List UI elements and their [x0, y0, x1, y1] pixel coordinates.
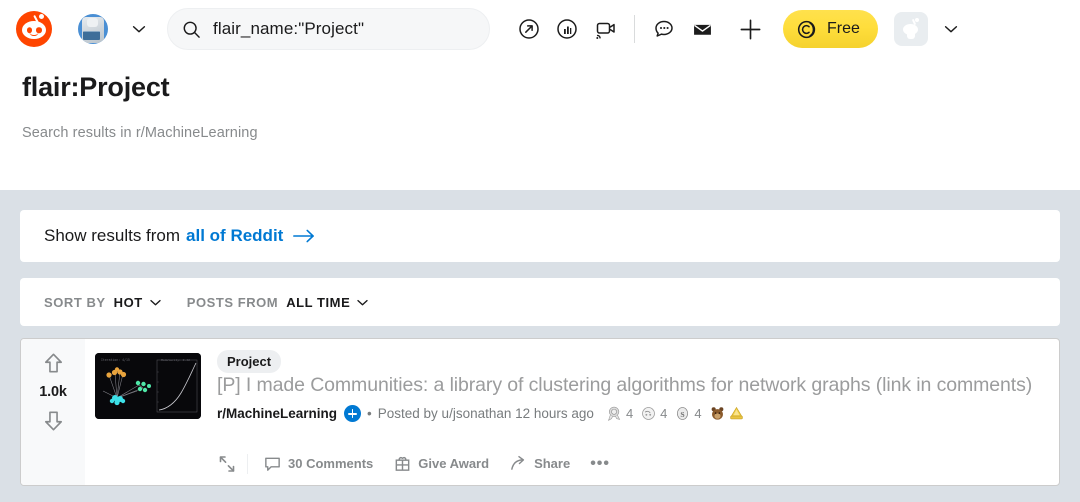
give-award-button[interactable]: Give Award — [388, 448, 494, 479]
search-input[interactable]: flair_name:"Project" — [213, 19, 364, 39]
reddit-premium-free-button[interactable]: Free — [783, 10, 878, 48]
create-post-button[interactable] — [729, 8, 771, 50]
posts-from-label: POSTS FROM — [186, 294, 279, 310]
award-list: 4 4 S 4 — [606, 405, 745, 422]
reddit-logo[interactable] — [16, 11, 52, 47]
post-main: Project [P] I made Communities: a librar… — [201, 349, 1049, 422]
coin-icon — [796, 18, 819, 41]
user-avatar[interactable] — [78, 14, 108, 44]
comments-button[interactable]: 30 Comments — [258, 448, 378, 479]
snoo-antenna-dot — [38, 13, 44, 19]
search-bar[interactable]: flair_name:"Project" — [167, 8, 490, 50]
avatar-box — [83, 31, 100, 40]
post-flair[interactable]: Project — [217, 350, 282, 373]
sort-by-value: HOT — [113, 294, 143, 310]
vote-column: 1.0k — [21, 339, 85, 485]
downvote-button[interactable] — [41, 408, 66, 433]
user-account-avatar[interactable] — [893, 12, 928, 46]
more-options-button[interactable]: ••• — [585, 449, 615, 479]
snoo-head — [22, 21, 46, 40]
header-icon-group: Free — [510, 8, 960, 50]
share-label: Share — [534, 456, 571, 471]
snoo-avatar-icon — [902, 18, 919, 39]
gold-helpful-award-icon[interactable] — [728, 405, 745, 422]
page-title: flair:Project — [22, 72, 170, 102]
byline-separator: • — [367, 406, 372, 421]
snoo-smile — [29, 32, 39, 37]
silver-coin-award-icon[interactable]: S 4 — [674, 405, 706, 422]
sort-controls-bar: SORT BY HOT POSTS FROM ALL TIME — [20, 278, 1060, 326]
header-divider — [634, 15, 635, 43]
arrow-right-icon — [292, 226, 316, 246]
hugz-award-icon[interactable] — [709, 405, 726, 422]
post-meta: Posted by u/jsonathan 12 hours ago — [377, 406, 594, 421]
snoo-avatar-dot — [914, 18, 919, 22]
expand-post-icon[interactable] — [217, 454, 237, 474]
user-menu-chevron-down-icon[interactable] — [942, 20, 960, 38]
mail-icon[interactable] — [683, 10, 721, 48]
sort-by-chevron-down-icon — [148, 295, 163, 310]
wholesome-award-icon[interactable]: 4 — [640, 405, 672, 422]
search-header: flair:Project Search results in r/Machin… — [0, 58, 1080, 190]
popular-icon[interactable] — [510, 10, 548, 48]
post-title[interactable]: [P] I made Communities: a library of clu… — [217, 373, 1032, 398]
silver-award-icon[interactable]: 4 — [606, 405, 638, 422]
promo-prefix: Show results from — [44, 226, 181, 245]
avatar-head — [87, 18, 98, 27]
share-button[interactable]: Share — [504, 448, 575, 479]
video-icon[interactable] — [586, 10, 624, 48]
more-options-label: ••• — [590, 454, 611, 472]
posts-from-chevron-down-icon — [355, 295, 370, 310]
award-count: 4 — [625, 406, 634, 421]
post-title-row: Project [P] I made Communities: a librar… — [217, 349, 1049, 398]
subreddit-dropdown-chevron-down-icon[interactable] — [130, 20, 148, 38]
comments-label: 30 Comments — [288, 456, 374, 471]
vote-score: 1.0k — [39, 384, 67, 400]
free-label: Free — [827, 20, 860, 37]
sort-by-label: SORT BY — [44, 294, 106, 310]
show-all-reddit-card[interactable]: Show results from all of Reddit — [20, 210, 1060, 262]
posts-from-value: ALL TIME — [286, 294, 351, 310]
results-inner: Show results from all of Reddit SORT BY … — [20, 210, 1060, 486]
svg-text:S: S — [681, 410, 685, 419]
chart-icon[interactable] — [548, 10, 586, 48]
action-divider — [247, 453, 248, 474]
post-card[interactable]: 1.0k Iteration: 4/15 Modularity: 0.42 Pr… — [20, 338, 1060, 486]
chat-icon[interactable] — [645, 10, 683, 48]
all-of-reddit-link[interactable]: all of Reddit — [186, 226, 283, 246]
page-subtitle: Search results in r/MachineLearning — [22, 125, 258, 141]
award-count: 4 — [694, 406, 702, 421]
top-navigation-bar: flair_name:"Project" Free — [0, 0, 1080, 58]
subreddit-link[interactable]: r/MachineLearning — [217, 406, 337, 421]
upvote-button[interactable] — [41, 351, 66, 376]
award-count: 4 — [660, 406, 668, 421]
comment-icon — [265, 457, 280, 471]
post-thumbnail[interactable]: Iteration: 4/15 Modularity: 0.42 — [95, 353, 201, 419]
svg-text:Iteration: 4/15: Iteration: 4/15 — [101, 358, 130, 362]
posts-from-control[interactable]: POSTS FROM ALL TIME — [187, 295, 371, 310]
post-top-row: Iteration: 4/15 Modularity: 0.42 Project… — [95, 349, 1049, 422]
give-award-label: Give Award — [418, 456, 490, 471]
sort-by-control[interactable]: SORT BY HOT — [44, 295, 163, 310]
results-container: Show results from all of Reddit SORT BY … — [0, 190, 1080, 502]
search-icon — [182, 20, 201, 39]
post-body: Iteration: 4/15 Modularity: 0.42 Project… — [85, 339, 1059, 485]
post-action-bar: 30 Comments Give Award Share ••• — [217, 440, 1049, 485]
gift-icon — [395, 456, 410, 471]
share-icon — [511, 455, 525, 470]
post-byline: r/MachineLearning • Posted by u/jsonatha… — [217, 405, 1049, 422]
snoo-avatar-body — [906, 32, 915, 39]
join-subreddit-button[interactable] — [344, 405, 362, 422]
